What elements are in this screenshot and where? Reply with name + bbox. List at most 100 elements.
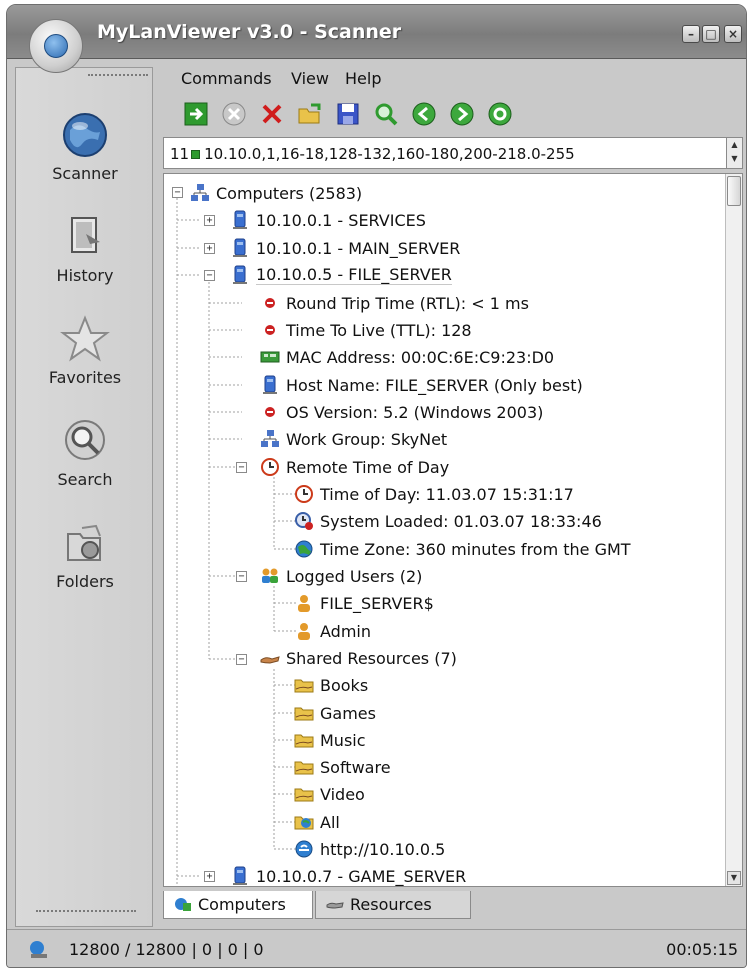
find-icon[interactable] <box>373 101 399 127</box>
detail-logged-users[interactable]: Logged Users (2) <box>260 564 422 588</box>
expand-toggle-host[interactable]: + <box>204 243 215 254</box>
window-title: MyLanViewer v3.0 - Scanner <box>97 21 402 43</box>
enter-icon[interactable] <box>183 101 209 127</box>
expand-toggle-host[interactable]: + <box>204 871 215 882</box>
detail-label: Shared Resources (7) <box>286 648 457 668</box>
collapse-toggle-computers[interactable]: − <box>172 187 183 198</box>
menu-help[interactable]: Help <box>345 69 381 88</box>
collapse-toggle-users[interactable]: − <box>236 571 247 582</box>
share-item[interactable]: Games <box>294 701 376 725</box>
computer-icon <box>260 375 280 395</box>
share-label: http://10.10.0.5 <box>320 839 446 859</box>
network-icon <box>190 183 210 203</box>
user-label: Admin <box>320 621 371 641</box>
tree-host[interactable]: 10.10.0.1 - SERVICES <box>230 208 426 232</box>
tree-host-selected[interactable]: 10.10.0.5 - FILE_SERVER <box>230 263 452 287</box>
user-item[interactable]: Admin <box>294 619 371 643</box>
menu-view[interactable]: View <box>291 69 329 88</box>
collapse-toggle-time[interactable]: − <box>236 462 247 473</box>
detail-time-zone[interactable]: Time Zone: 360 minutes from the GMT <box>294 537 631 561</box>
detail-os[interactable]: OS Version: 5.2 (Windows 2003) <box>260 400 543 424</box>
shared-folder-icon <box>294 703 314 723</box>
minimize-button[interactable]: – <box>682 25 700 43</box>
users-icon <box>260 566 280 586</box>
detail-label: OS Version: 5.2 (Windows 2003) <box>286 402 544 422</box>
share-item[interactable]: Software <box>294 755 391 779</box>
tree-host[interactable]: 10.10.0.7 - GAME_SERVER <box>230 864 467 886</box>
history-book-icon <box>60 212 110 262</box>
forward-icon[interactable] <box>449 101 475 127</box>
stop-icon[interactable] <box>221 101 247 127</box>
tree-root-computers[interactable]: Computers (2583) <box>190 181 362 205</box>
sidebar-item-favorites[interactable]: Favorites <box>16 314 154 387</box>
share-label: Music <box>320 730 366 750</box>
detail-ttl[interactable]: Time To Live (TTL): 128 <box>260 318 472 342</box>
detail-workgroup[interactable]: Work Group: SkyNet <box>260 427 447 451</box>
tree-host[interactable]: 10.10.0.1 - MAIN_SERVER <box>230 236 460 260</box>
range-spin-buttons[interactable]: ▲ ▼ <box>726 138 742 168</box>
detail-mac[interactable]: MAC Address: 00:0C:6E:C9:23:D0 <box>260 345 554 369</box>
computer-icon <box>230 265 250 285</box>
tree-host-label: 10.10.0.1 - MAIN_SERVER <box>256 238 461 258</box>
computers-tab-icon <box>174 895 192 913</box>
sidebar: Scanner History Favorites Search Folders <box>15 67 153 927</box>
refresh-icon[interactable] <box>487 101 513 127</box>
detail-system-loaded[interactable]: System Loaded: 01.03.07 18:33:46 <box>294 509 602 533</box>
sidebar-item-history[interactable]: History <box>16 212 154 285</box>
back-icon[interactable] <box>411 101 437 127</box>
detail-label: Host Name: FILE_SERVER (Only best) <box>286 375 583 395</box>
sidebar-item-label: Search <box>57 470 113 489</box>
sidebar-item-scanner[interactable]: Scanner <box>16 110 154 183</box>
title-bar[interactable]: MyLanViewer v3.0 - Scanner – □ × <box>7 5 746 59</box>
user-item[interactable]: FILE_SERVER$ <box>294 591 434 615</box>
scroll-thumb[interactable] <box>727 176 741 206</box>
ip-range-input[interactable]: 11 10.10.0,1,16-18,128-132,160-180,200-21… <box>163 137 743 169</box>
share-item[interactable]: Books <box>294 673 368 697</box>
detail-label: Remote Time of Day <box>286 457 450 477</box>
detail-remote-time[interactable]: Remote Time of Day <box>260 455 449 479</box>
detail-shared-resources[interactable]: Shared Resources (7) <box>260 646 457 670</box>
computers-tree[interactable]: − + + − − − − + Computers (2583) 10.10.0… <box>163 173 743 887</box>
system-clock-icon <box>294 511 314 531</box>
detail-hostname[interactable]: Host Name: FILE_SERVER (Only best) <box>260 373 583 397</box>
share-item[interactable]: All <box>294 810 340 834</box>
share-item-link[interactable]: http://10.10.0.5 <box>294 837 445 861</box>
close-button[interactable]: × <box>724 25 742 43</box>
share-item[interactable]: Video <box>294 782 365 806</box>
computer-icon <box>230 238 250 258</box>
sidebar-item-search[interactable]: Search <box>16 416 154 489</box>
delete-icon[interactable] <box>259 101 285 127</box>
sidebar-grip[interactable] <box>36 910 136 912</box>
tab-computers[interactable]: Computers <box>163 891 313 919</box>
share-item[interactable]: Music <box>294 728 366 752</box>
sidebar-grip[interactable] <box>88 74 148 76</box>
share-label: Software <box>320 757 391 777</box>
tree-scrollbar[interactable]: ▼ <box>725 174 742 886</box>
collapse-toggle-host[interactable]: − <box>204 270 215 281</box>
star-icon <box>60 314 110 364</box>
computer-icon <box>230 866 250 886</box>
scroll-down-button[interactable]: ▼ <box>727 871 741 885</box>
detail-rtt[interactable]: Round Trip Time (RTL): < 1 ms <box>260 291 529 315</box>
info-red-icon <box>260 293 280 313</box>
expand-toggle-host[interactable]: + <box>204 215 215 226</box>
maximize-button[interactable]: □ <box>702 25 720 43</box>
detail-time-of-day[interactable]: Time of Day: 11.03.07 15:31:17 <box>294 482 574 506</box>
menu-bar: Commands View Help <box>163 63 746 93</box>
menu-commands[interactable]: Commands <box>181 69 272 88</box>
ip-range-text: 11 10.10.0,1,16-18,128-132,160-180,200-21… <box>170 145 575 163</box>
scan-counts: 12800 / 12800 | 0 | 0 | 0 <box>69 940 264 959</box>
app-logo-icon[interactable] <box>29 19 83 73</box>
collapse-toggle-shares[interactable]: − <box>236 654 247 665</box>
save-icon[interactable] <box>335 101 361 127</box>
sidebar-item-folders[interactable]: Folders <box>16 518 154 591</box>
shared-folder-icon <box>294 730 314 750</box>
tab-resources[interactable]: Resources <box>315 891 471 919</box>
toolbar <box>163 95 746 133</box>
detail-label: System Loaded: 01.03.07 18:33:46 <box>320 511 602 531</box>
user-icon <box>294 621 314 641</box>
range-value: 10.10.0,1,16-18,128-132,160-180,200-218.… <box>204 145 575 163</box>
sidebar-item-label: Favorites <box>48 368 122 387</box>
open-icon[interactable] <box>297 101 323 127</box>
tree-host-label: 10.10.0.7 - GAME_SERVER <box>256 866 467 886</box>
